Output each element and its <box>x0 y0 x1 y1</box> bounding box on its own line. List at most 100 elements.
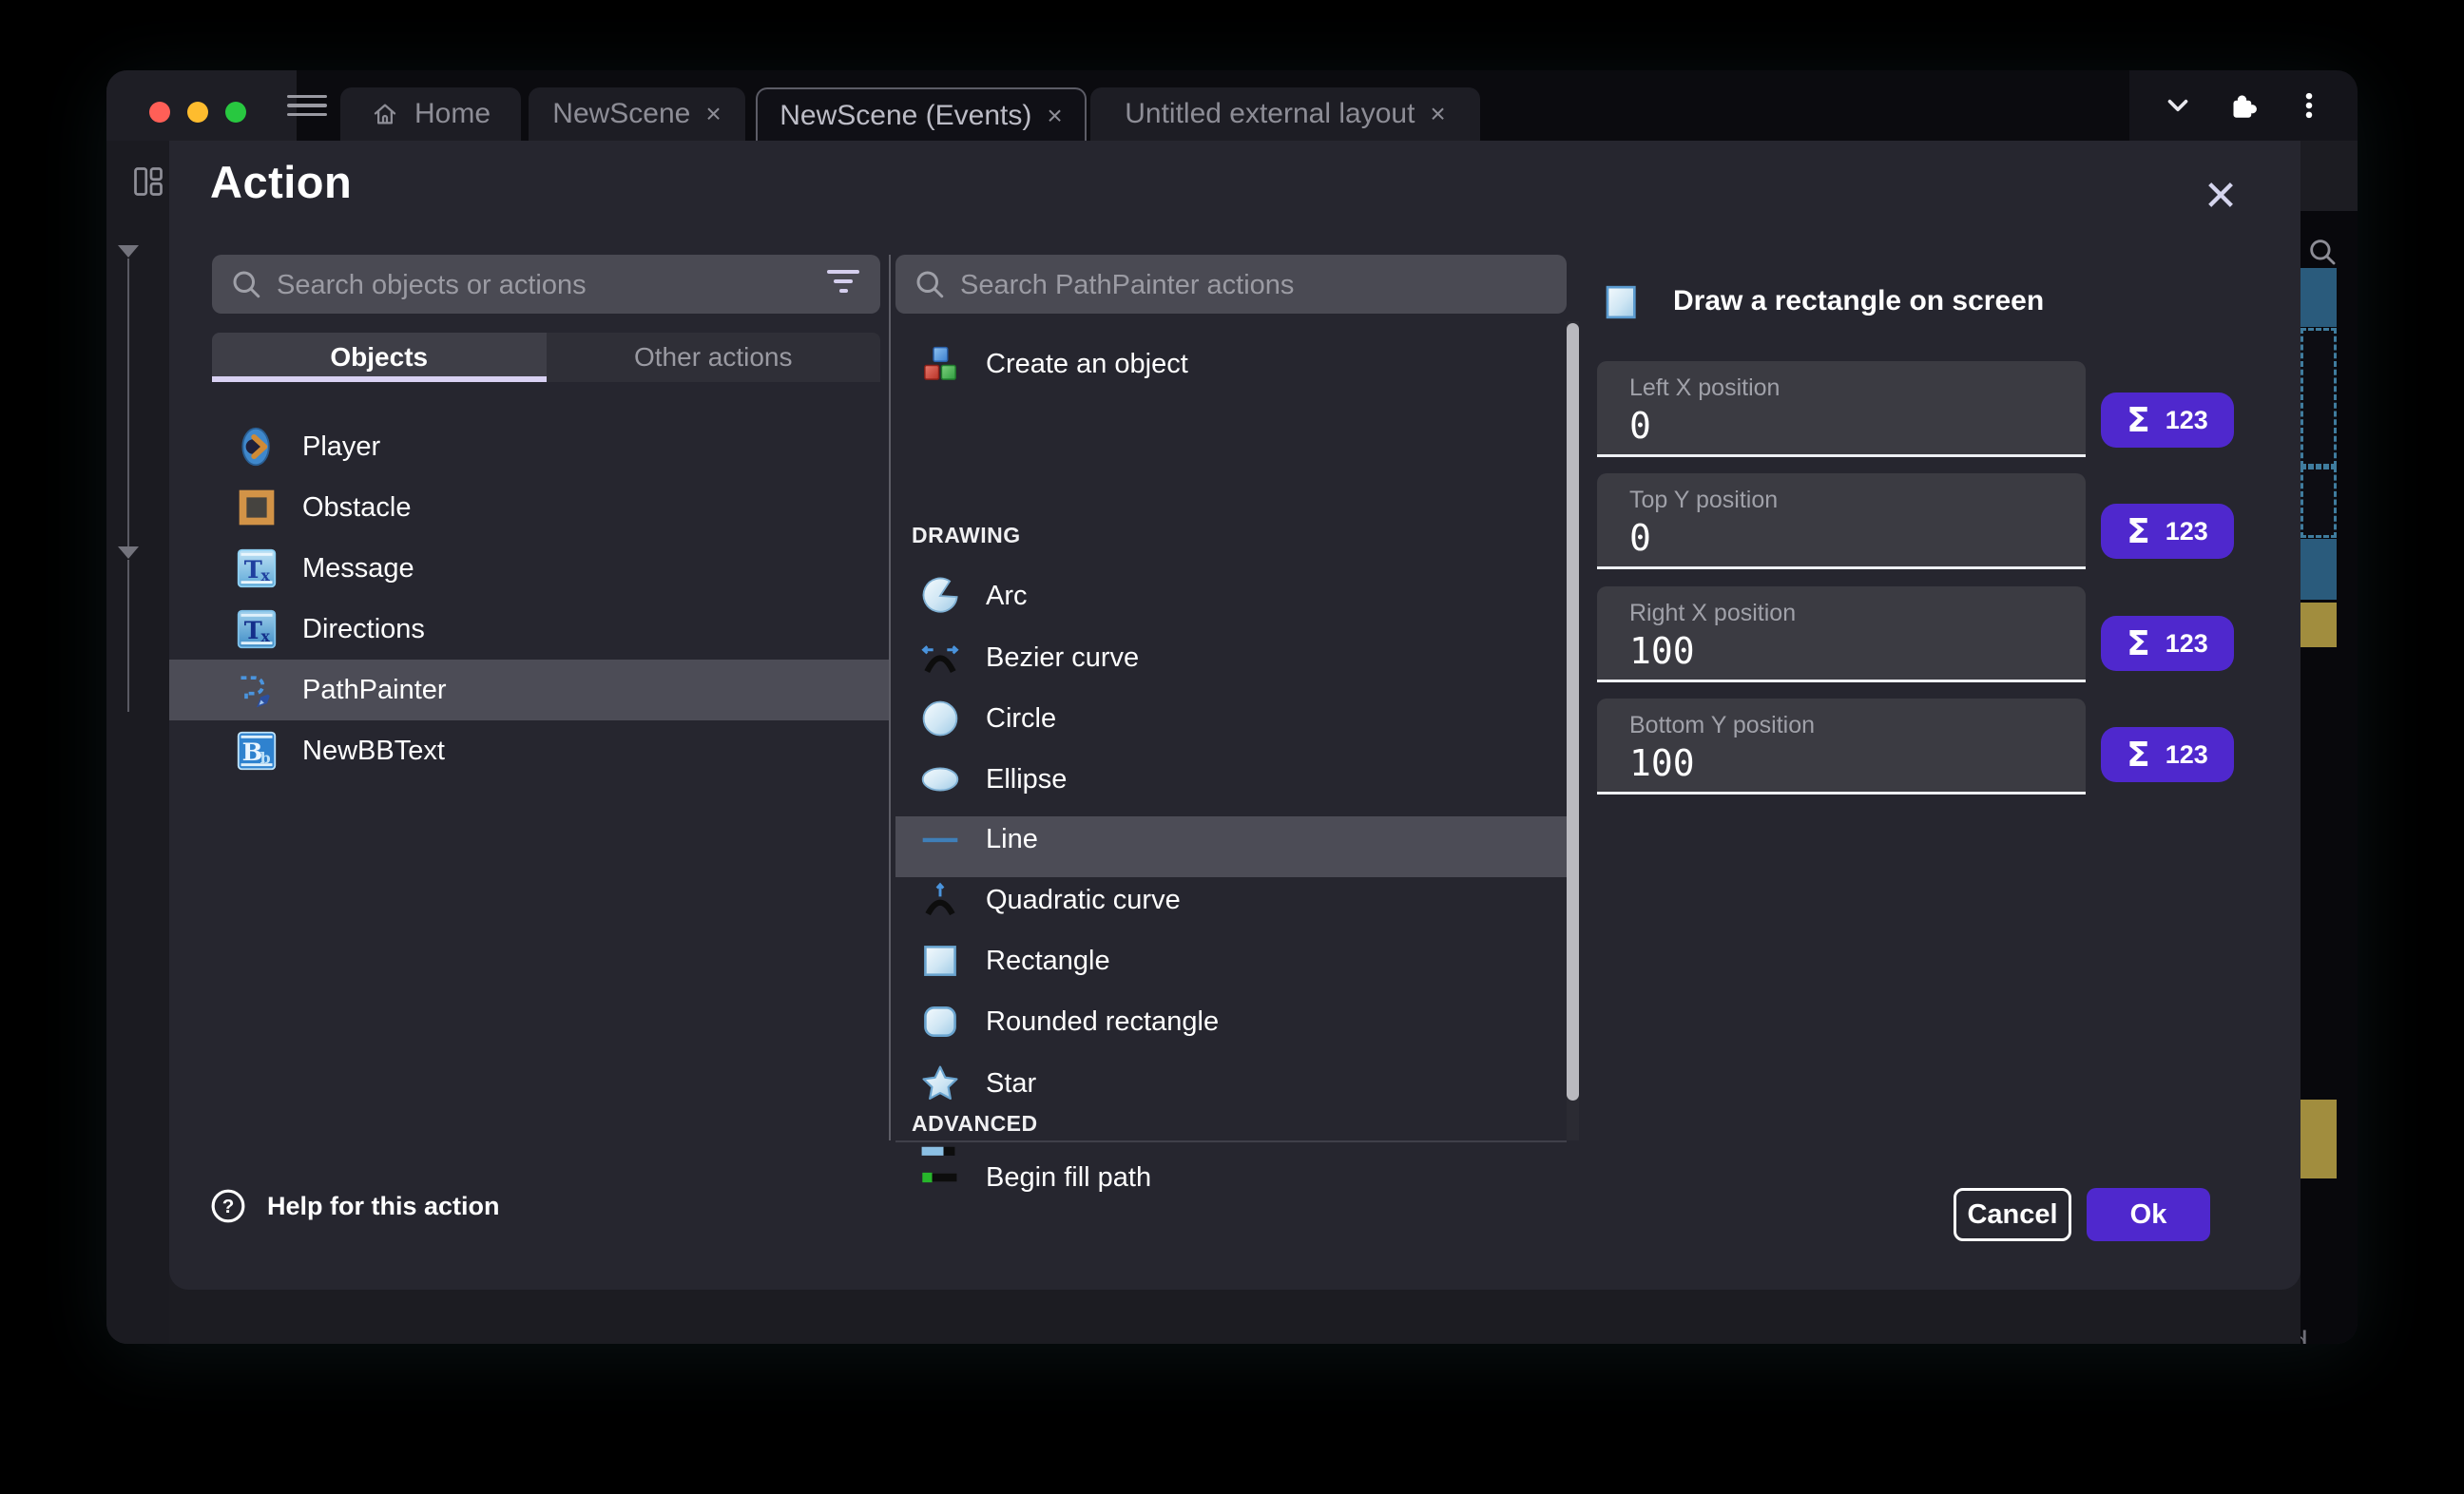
event-condition-block <box>2300 268 2337 327</box>
action-item-create-object[interactable]: Create an object <box>895 334 1561 394</box>
main-menu-icon[interactable] <box>287 90 327 121</box>
action-item-ellipse[interactable]: Ellipse <box>895 749 1561 810</box>
action-item-line[interactable]: Line <box>895 809 1561 870</box>
action-item-rectangle[interactable]: Rectangle <box>895 930 1561 991</box>
action-item-bezier-curve[interactable]: Bezier curve <box>895 627 1561 688</box>
tab-objects-label: Objects <box>330 342 428 373</box>
window-tab-bar: Home NewScene × NewScene (Events) × Unti… <box>106 70 2358 141</box>
field-value[interactable]: 0 <box>1629 517 1651 559</box>
field-top-y[interactable]: Top Y position 0 <box>1597 473 2086 569</box>
object-item-player[interactable]: Player <box>212 416 880 477</box>
field-value[interactable]: 0 <box>1629 405 1651 447</box>
object-item-label: PathPainter <box>302 675 447 706</box>
object-item-label: Player <box>302 431 380 463</box>
close-tab-icon[interactable]: × <box>1430 101 1445 127</box>
object-item-newbbtext[interactable]: B b NewBBText <box>212 720 880 781</box>
field-value[interactable]: 100 <box>1629 630 1695 672</box>
action-item-circle[interactable]: Circle <box>895 688 1561 749</box>
field-bottom-y[interactable]: Bottom Y position 100 <box>1597 699 2086 795</box>
tab-untitled-external-layout[interactable]: Untitled external layout × <box>1090 87 1480 141</box>
tab-home[interactable]: Home <box>340 87 521 141</box>
scrollbar-thumb[interactable] <box>1567 323 1579 1101</box>
object-item-label: Obstacle <box>302 492 411 524</box>
search-icon <box>229 267 263 301</box>
player-icon <box>236 426 278 468</box>
help-icon: ? <box>210 1188 246 1224</box>
create-object-icon <box>919 343 961 385</box>
search-icon[interactable] <box>2306 236 2339 268</box>
actions-scrollbar[interactable] <box>1567 321 1579 1140</box>
tab-newscene[interactable]: NewScene × <box>529 87 745 141</box>
close-tab-icon[interactable]: × <box>1047 103 1062 129</box>
sigma-icon: Σ <box>2127 512 2150 551</box>
event-expander-icon[interactable] <box>118 546 139 559</box>
column-divider <box>889 255 891 1140</box>
field-label: Top Y position <box>1629 487 1778 514</box>
object-item-pathpainter[interactable]: PathPainter <box>212 660 880 720</box>
close-tab-icon[interactable]: × <box>705 101 721 127</box>
svg-text:x: x <box>261 627 271 645</box>
object-item-directions[interactable]: T x Directions <box>212 599 880 660</box>
text-object-icon: T x <box>236 547 278 589</box>
tab-label: NewScene (Events) <box>780 100 1031 132</box>
event-expander-icon[interactable] <box>118 245 139 258</box>
dialog-close-icon[interactable]: ✕ <box>2192 167 2249 224</box>
project-panel-edge <box>106 141 169 1344</box>
action-item-label: Rectangle <box>986 946 1110 977</box>
clipped-action-icon <box>917 1144 959 1158</box>
field-right-x[interactable]: Right X position 100 <box>1597 586 2086 682</box>
action-item-quadratic-curve[interactable]: Quadratic curve <box>895 870 1561 930</box>
expression-editor-button[interactable]: Σ 123 <box>2101 727 2234 782</box>
project-manager-icon[interactable] <box>131 164 165 199</box>
action-item-label: Create an object <box>986 349 1188 380</box>
action-item-arc[interactable]: Arc <box>895 565 1561 626</box>
objects-column: Objects Other actions Player <box>212 255 880 1158</box>
section-header-drawing: DRAWING <box>912 523 1021 548</box>
text-object-icon: T x <box>236 608 278 650</box>
filter-icon[interactable] <box>827 270 859 298</box>
window-bottom-area <box>169 1290 2300 1344</box>
expression-editor-button[interactable]: Σ 123 <box>2101 504 2234 559</box>
tab-label: Home <box>414 98 491 130</box>
field-value[interactable]: 100 <box>1629 742 1695 784</box>
object-item-obstacle[interactable]: Obstacle <box>212 477 880 538</box>
objects-search-input[interactable] <box>275 255 746 316</box>
event-tree-line <box>127 560 129 712</box>
path-painter-icon <box>236 669 278 711</box>
field-label: Left X position <box>1629 374 1780 402</box>
tab-objects[interactable]: Objects <box>212 333 547 382</box>
star-icon <box>919 1063 961 1104</box>
help-link[interactable]: ? Help for this action <box>210 1188 500 1224</box>
actions-search <box>895 255 1567 314</box>
zoom-window-button[interactable] <box>225 102 246 123</box>
tab-other-actions-label: Other actions <box>634 342 793 373</box>
tab-other-actions[interactable]: Other actions <box>547 333 881 382</box>
numeric-badge: 123 <box>2166 517 2208 546</box>
extensions-puzzle-icon[interactable] <box>2226 88 2261 123</box>
object-item-label: Message <box>302 553 414 584</box>
circle-icon <box>919 698 961 739</box>
actions-search-input[interactable] <box>958 255 1432 316</box>
chevron-down-icon[interactable] <box>2162 89 2194 122</box>
objects-search <box>212 255 880 314</box>
expression-editor-button[interactable]: Σ 123 <box>2101 616 2234 671</box>
expression-editor-button[interactable]: Σ 123 <box>2101 393 2234 448</box>
action-item-star[interactable]: Star <box>895 1053 1561 1114</box>
action-item-rounded-rectangle[interactable]: Rounded rectangle <box>895 991 1561 1052</box>
event-action-block <box>2300 1100 2337 1178</box>
object-item-message[interactable]: T x Message <box>212 538 880 599</box>
bbtext-icon: B b <box>236 730 278 772</box>
ok-button[interactable]: Ok <box>2087 1188 2210 1241</box>
events-sheet-edge: d... <box>2300 211 2358 1344</box>
tab-label: Untitled external layout <box>1125 98 1415 130</box>
tab-newscene-events[interactable]: NewScene (Events) × <box>756 87 1087 143</box>
sigma-icon: Σ <box>2127 624 2150 663</box>
field-left-x[interactable]: Left X position 0 <box>1597 361 2086 457</box>
close-window-button[interactable] <box>149 102 170 123</box>
numeric-badge: 123 <box>2166 740 2208 770</box>
cancel-button[interactable]: Cancel <box>1954 1188 2071 1241</box>
kebab-menu-icon[interactable] <box>2293 89 2325 122</box>
ellipse-icon <box>919 758 961 800</box>
minimize-window-button[interactable] <box>187 102 208 123</box>
svg-text:b: b <box>260 749 271 767</box>
